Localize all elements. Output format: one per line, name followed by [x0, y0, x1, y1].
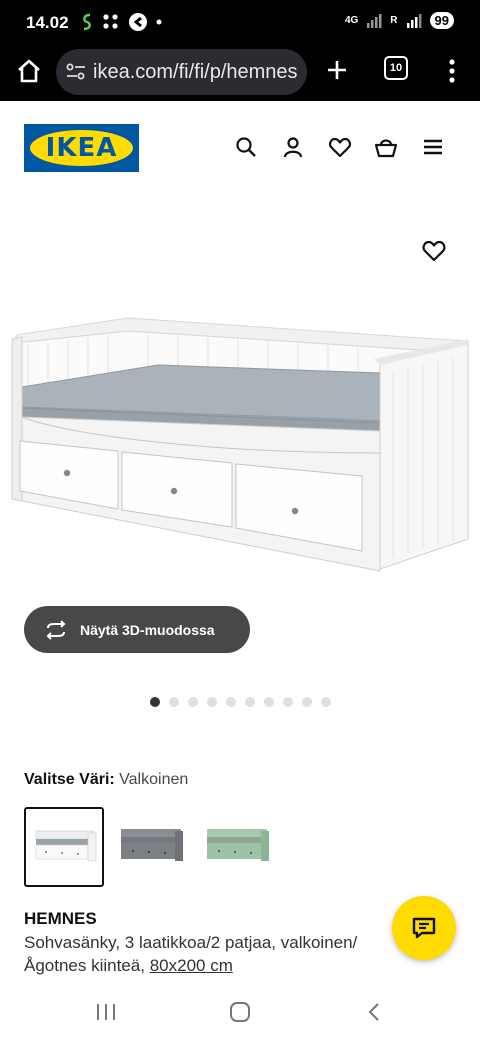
gallery-dot[interactable] — [283, 697, 293, 707]
green-daybed-thumbnail — [207, 829, 269, 861]
address-bar[interactable]: ikea.com/fi/fi/p/hemnes — [56, 49, 307, 95]
recent-apps-icon[interactable] — [95, 1002, 117, 1022]
gallery-pagination — [150, 697, 331, 707]
site-settings-icon[interactable] — [66, 63, 86, 81]
gallery-dot[interactable] — [207, 697, 217, 707]
chat-icon — [412, 917, 436, 939]
browser-toolbar: ikea.com/fi/fi/p/hemnes 10 — [0, 44, 480, 101]
app-grid-icon — [103, 14, 118, 29]
grey-daybed-thumbnail — [121, 829, 183, 861]
favourites-icon[interactable] — [328, 135, 352, 159]
view-3d-label: Näytä 3D-muodossa — [80, 621, 215, 638]
notification-dot-icon — [156, 19, 162, 25]
hamburger-menu-icon[interactable] — [421, 135, 445, 159]
new-tab-icon[interactable] — [322, 55, 352, 85]
status-time: 14.02 — [26, 13, 69, 32]
add-to-favourites-icon[interactable] — [421, 238, 447, 262]
color-swatch-white[interactable] — [24, 807, 104, 887]
signal-icon — [367, 13, 382, 28]
variant-prefix: Ågotnes kiinteä, — [24, 956, 145, 975]
battery-level: 99 — [429, 12, 454, 29]
gallery-dot[interactable] — [264, 697, 274, 707]
color-selector-label: Valitse Väri: Valkoinen — [24, 771, 188, 789]
chat-button[interactable] — [392, 896, 456, 960]
rotate-3d-icon — [46, 619, 66, 640]
gallery-dot[interactable] — [226, 697, 236, 707]
logo-text: IKEA — [45, 133, 118, 163]
product-image-daybed — [11, 317, 469, 572]
browser-menu-icon[interactable] — [440, 56, 464, 86]
product-variant: Ågotnes kiinteä, 80x200 cm — [24, 956, 233, 976]
product-name: HEMNES — [24, 909, 97, 928]
home-icon[interactable] — [14, 56, 44, 86]
shopping-bag-icon[interactable] — [374, 135, 398, 159]
status-bar: 14.02 4G R 99 — [0, 0, 480, 44]
site-header: IKEA — [0, 101, 480, 193]
gallery-dot[interactable] — [302, 697, 312, 707]
signal-2-icon — [406, 13, 422, 28]
url-text: ikea.com/fi/fi/p/hemnes — [93, 61, 298, 83]
selected-color-value: Valkoinen — [119, 771, 189, 788]
status-notification-icons — [80, 12, 162, 32]
color-swatch-grey[interactable] — [111, 807, 191, 887]
size-link[interactable]: 80x200 cm — [150, 956, 233, 975]
c-app-icon — [129, 13, 147, 31]
product-description: Sohvasänky, 3 laatikkoa/2 patjaa, valkoi… — [24, 933, 358, 952]
white-daybed-thumbnail — [35, 830, 97, 862]
tab-switcher-button[interactable]: 10 — [384, 56, 408, 80]
roaming-indicator: R — [390, 14, 398, 26]
color-swatch-green[interactable] — [197, 807, 277, 887]
ikea-logo[interactable]: IKEA — [24, 124, 139, 172]
payment-app-icon — [83, 13, 91, 31]
view-3d-button[interactable]: Näytä 3D-muodossa — [24, 606, 250, 653]
back-icon[interactable] — [366, 1001, 382, 1023]
color-label-prefix: Valitse Väri: — [24, 771, 115, 788]
gallery-dot[interactable] — [150, 697, 160, 707]
gallery-dot[interactable] — [169, 697, 179, 707]
account-icon[interactable] — [281, 135, 305, 159]
system-navigation-bar — [0, 990, 480, 1040]
search-icon[interactable] — [234, 135, 258, 159]
gallery-dot[interactable] — [321, 697, 331, 707]
gallery-dot[interactable] — [245, 697, 255, 707]
network-type: 4G — [344, 14, 359, 26]
gallery-dot[interactable] — [188, 697, 198, 707]
home-nav-icon[interactable] — [229, 1001, 251, 1023]
status-indicators: 4G R 99 — [345, 12, 454, 29]
